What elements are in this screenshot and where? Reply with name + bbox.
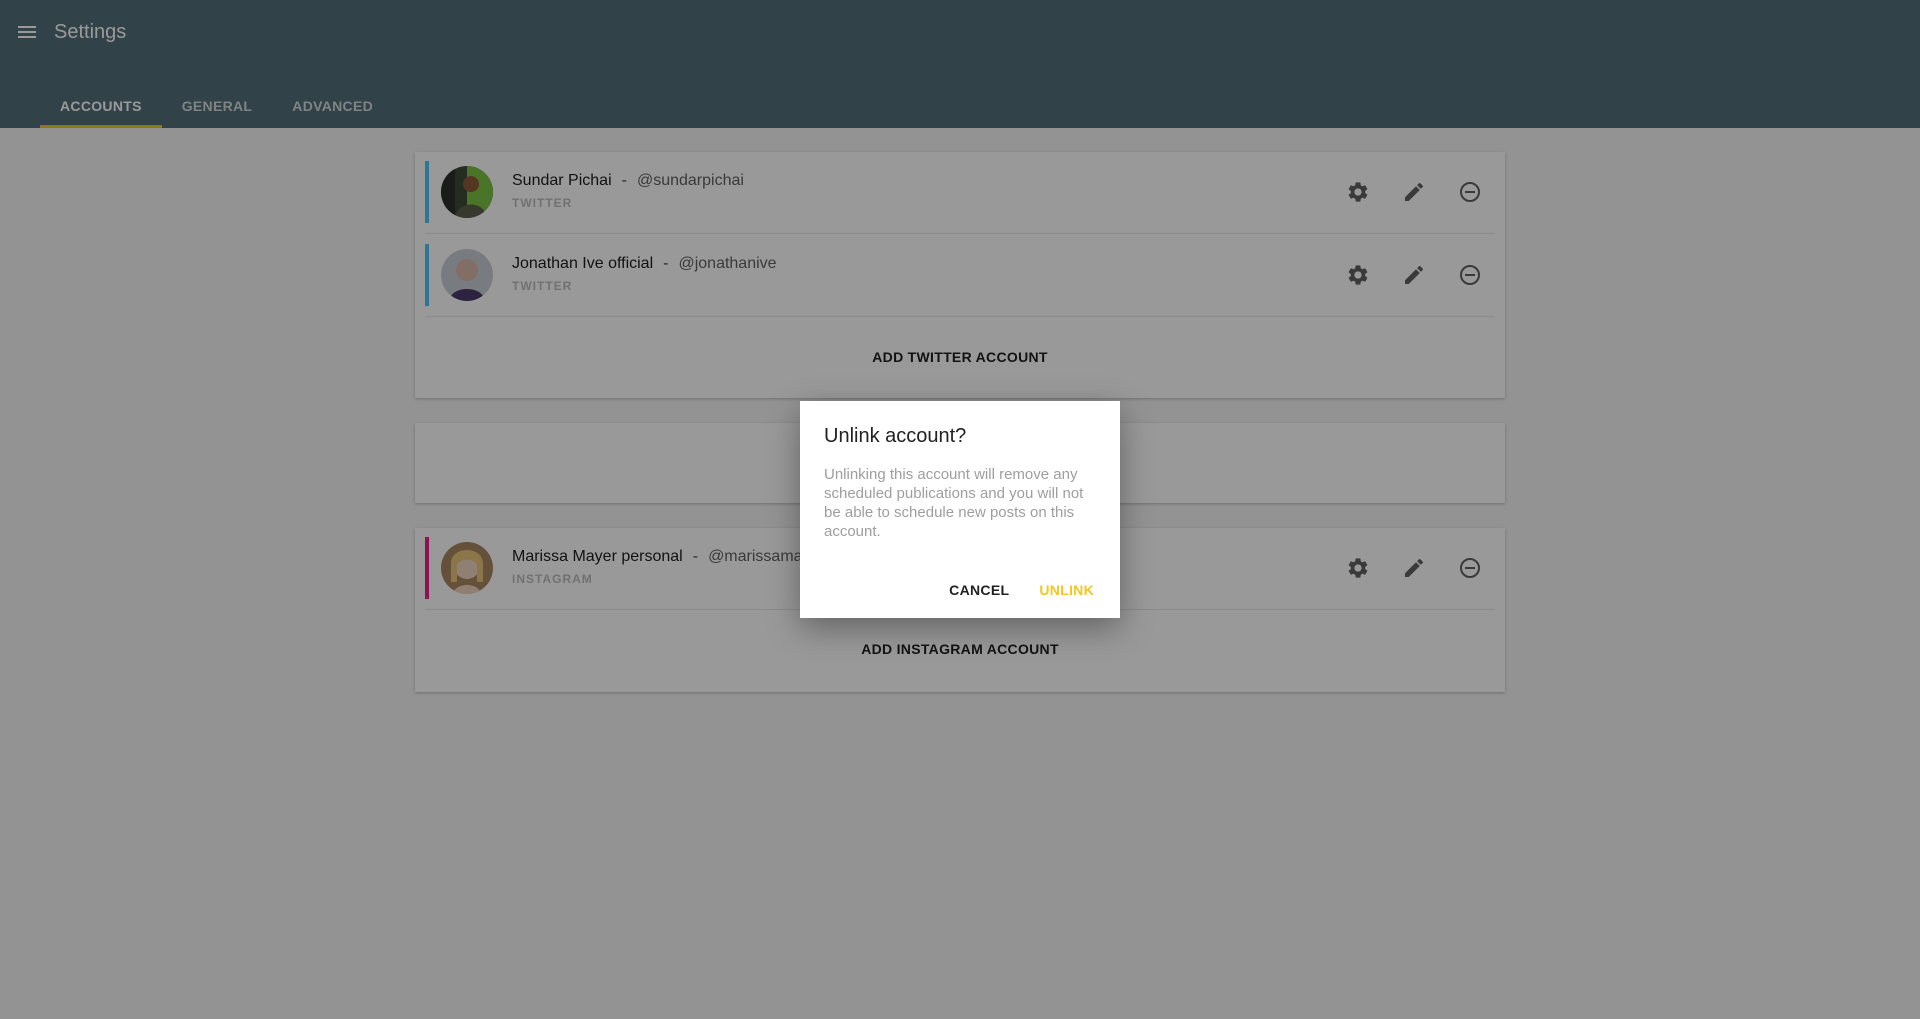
cancel-button[interactable]: CANCEL: [947, 578, 1011, 602]
dialog-body: Unlinking this account will remove any s…: [824, 466, 1084, 540]
dialog-actions: CANCEL UNLINK: [947, 578, 1096, 602]
unlink-confirm-button[interactable]: UNLINK: [1037, 578, 1096, 602]
dialog-title: Unlink account?: [824, 425, 967, 447]
unlink-dialog: Unlink account? Unlinking this account w…: [800, 401, 1120, 618]
